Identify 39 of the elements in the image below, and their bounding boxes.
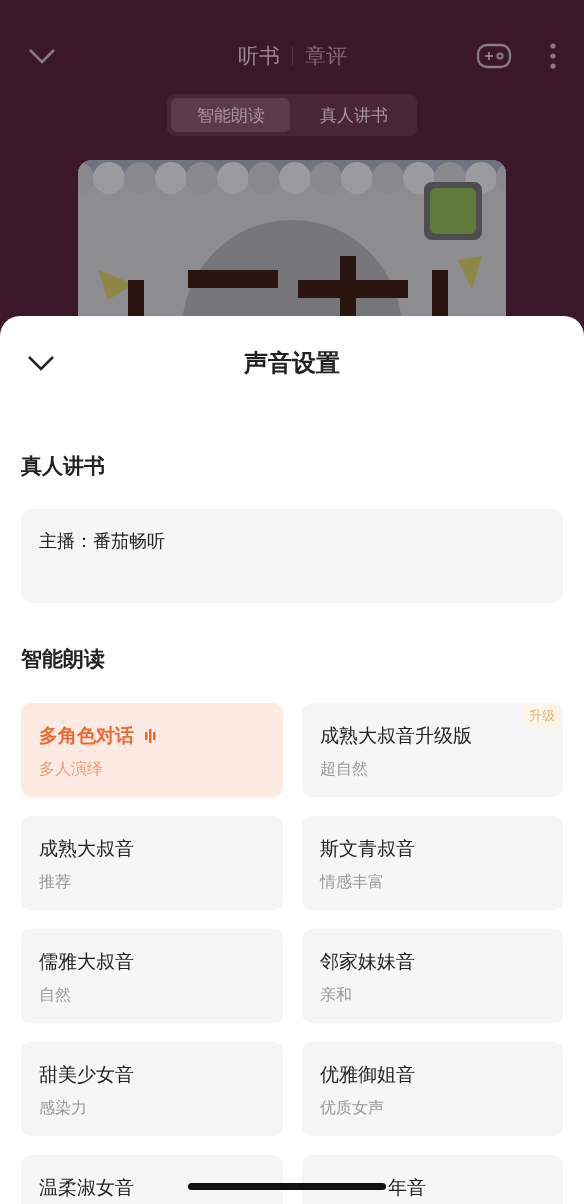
voice-card[interactable]: 斯文青叔音 情感丰富 (301, 816, 563, 910)
voice-name: 斯文青叔音 (319, 836, 415, 861)
voice-name: 优雅御姐音 (319, 1062, 415, 1087)
voice-card[interactable]: 温柔淑女音 (21, 1155, 283, 1204)
voice-description: 情感丰富 (319, 872, 384, 893)
section-title: 真人讲书 (21, 453, 105, 480)
voice-name: 儒雅大叔音 (39, 949, 134, 974)
voice-description: 自然 (39, 985, 71, 1006)
voice-card[interactable]: 邻家妹妹音 亲和 (301, 929, 563, 1023)
gamepad-icon[interactable] (476, 42, 512, 70)
voice-description: 优质女声 (319, 1098, 384, 1119)
mode-tab[interactable]: 真人讲书 (294, 98, 413, 132)
voice-card[interactable]: 成熟大叔音升级版 超自然 升级 (301, 703, 563, 797)
upgrade-badge: 升级 (523, 705, 561, 727)
sheet-title: 声音设置 (244, 348, 340, 379)
host-card[interactable]: 主播：番茄畅听 (21, 509, 563, 603)
voice-description: 推荐 (39, 872, 71, 893)
voice-card[interactable]: 优雅御姐音 优质女声 (301, 1042, 563, 1136)
voice-name: 邻家妹妹音 (319, 949, 415, 974)
chevron-down-icon[interactable] (27, 354, 55, 372)
tab[interactable]: 听书 (225, 42, 292, 70)
voice-name: 成熟大叔音升级版 (319, 723, 472, 748)
voice-card[interactable]: 甜美少女音 感染力 (21, 1042, 283, 1136)
voice-name: 温柔淑女音 (39, 1175, 134, 1200)
voice-card[interactable]: 儒雅大叔音 自然 (21, 929, 283, 1023)
voice-name: 年音 (387, 1175, 426, 1200)
voice-description: 多人演绎 (39, 759, 103, 780)
voice-name: 成熟大叔音 (39, 836, 134, 861)
sound-wave-icon (144, 729, 156, 743)
section-title: 智能朗读 (21, 646, 105, 673)
voice-card[interactable]: 成熟大叔音 推荐 (21, 816, 283, 910)
voice-description: 亲和 (319, 985, 352, 1006)
voice-name: 多角色对话 (39, 723, 134, 748)
voice-card[interactable]: 年音 (301, 1155, 563, 1204)
voice-description: 超自然 (319, 759, 368, 780)
voice-name: 甜美少女音 (39, 1062, 134, 1087)
more-icon[interactable] (548, 42, 558, 70)
voice-description: 感染力 (39, 1098, 87, 1119)
host-name: 主播：番茄畅听 (39, 530, 165, 551)
